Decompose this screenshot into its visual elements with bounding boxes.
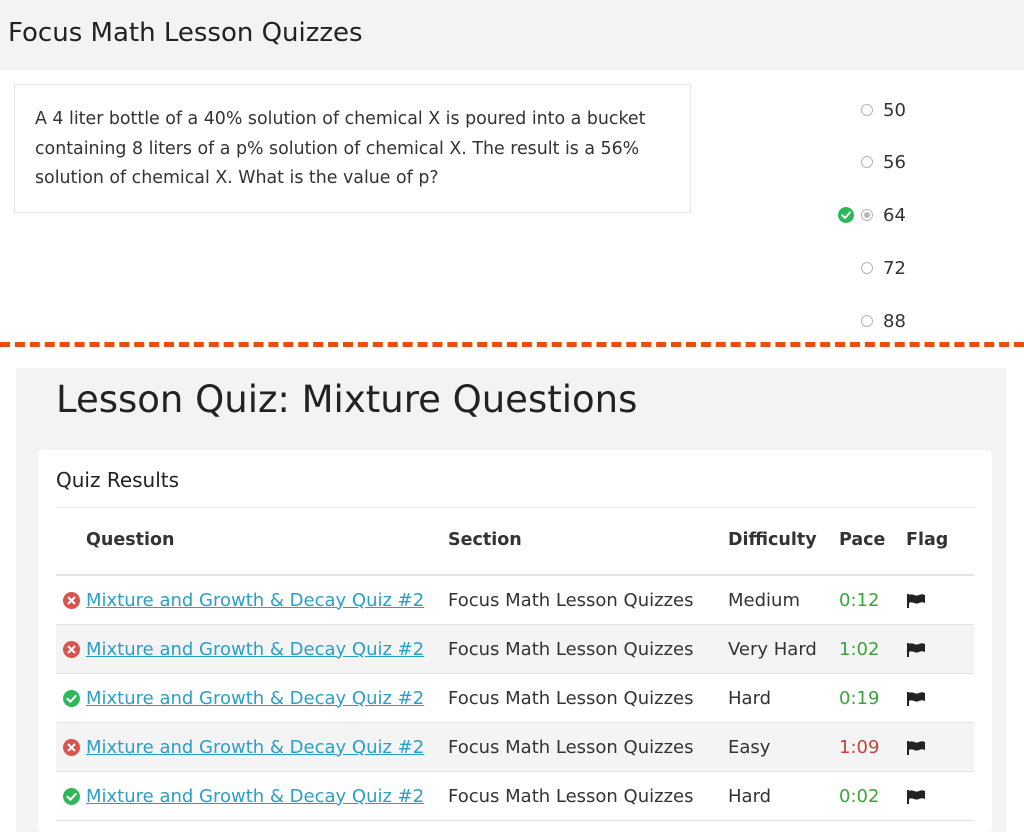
flag-icon[interactable] [906, 593, 926, 609]
status-cell [56, 771, 86, 821]
flag-cell [906, 575, 974, 625]
pace-cell: 1:09 [839, 722, 906, 772]
answer-choice-1[interactable]: 50 [838, 96, 1018, 124]
incorrect-x-icon [62, 592, 80, 609]
choice-mark [838, 260, 854, 276]
question-cell: Mixture and Growth & Decay Quiz #2 [86, 673, 448, 723]
difficulty-cell: Very Hard [728, 624, 839, 674]
section-cell: Focus Math Lesson Quizzes [448, 624, 728, 674]
table-row: Mixture and Growth & Decay Quiz #2 Focus … [56, 771, 974, 821]
choice-mark [838, 102, 854, 118]
results-table: Question Section Difficulty Pace Flag Mi… [56, 530, 974, 821]
quiz-title: Lesson Quiz: Mixture Questions [56, 378, 638, 421]
status-cell [56, 624, 86, 674]
answer-choice-5[interactable]: 88 [838, 307, 1018, 335]
pace-cell: 1:02 [839, 624, 906, 674]
question-cell: Mixture and Growth & Decay Quiz #2 [86, 722, 448, 772]
question-link[interactable]: Mixture and Growth & Decay Quiz #2 [86, 688, 424, 709]
question-column-header[interactable]: Question [86, 530, 448, 576]
table-row: Mixture and Growth & Decay Quiz #2 Focus … [56, 722, 974, 772]
question-cell: Mixture and Growth & Decay Quiz #2 [86, 575, 448, 625]
status-column-header [56, 530, 86, 576]
table-row: Mixture and Growth & Decay Quiz #2 Focus … [56, 673, 974, 723]
section-column-header[interactable]: Section [448, 530, 728, 576]
status-cell [56, 575, 86, 625]
radio-button[interactable] [861, 315, 873, 327]
question-text: A 4 liter bottle of a 40% solution of ch… [35, 105, 670, 194]
flag-cell [906, 624, 974, 674]
correct-check-icon [62, 690, 80, 707]
table-header-row: Question Section Difficulty Pace Flag [56, 530, 974, 576]
choice-mark [838, 154, 854, 170]
question-link[interactable]: Mixture and Growth & Decay Quiz #2 [86, 590, 424, 611]
pace-cell: 0:19 [839, 673, 906, 723]
radio-button[interactable] [861, 262, 873, 274]
question-link[interactable]: Mixture and Growth & Decay Quiz #2 [86, 737, 424, 758]
results-heading: Quiz Results [56, 468, 180, 492]
pace-column-header[interactable]: Pace [839, 530, 906, 576]
quiz-results-card: Quiz Results Question Section Difficulty… [38, 450, 992, 832]
choice-label: 88 [883, 310, 906, 332]
radio-button-selected[interactable] [861, 209, 873, 221]
question-card: A 4 liter bottle of a 40% solution of ch… [14, 84, 691, 213]
question-cell: Mixture and Growth & Decay Quiz #2 [86, 771, 448, 821]
status-cell [56, 722, 86, 772]
flag-icon[interactable] [906, 789, 926, 805]
choice-label: 72 [883, 257, 906, 279]
correct-check-icon [838, 207, 854, 223]
flag-cell [906, 722, 974, 772]
flag-cell [906, 771, 974, 821]
pace-cell: 0:02 [839, 771, 906, 821]
difficulty-column-header[interactable]: Difficulty [728, 530, 839, 576]
choice-label: 64 [883, 204, 906, 226]
top-header: Focus Math Lesson Quizzes [0, 0, 1024, 70]
table-row: Mixture and Growth & Decay Quiz #2 Focus … [56, 575, 974, 625]
difficulty-cell: Easy [728, 722, 839, 772]
question-link[interactable]: Mixture and Growth & Decay Quiz #2 [86, 639, 424, 660]
flag-icon[interactable] [906, 691, 926, 707]
section-cell: Focus Math Lesson Quizzes [448, 722, 728, 772]
difficulty-cell: Medium [728, 575, 839, 625]
flag-cell [906, 673, 974, 723]
page-title: Focus Math Lesson Quizzes [8, 18, 363, 48]
status-cell [56, 673, 86, 723]
choice-label: 56 [883, 151, 906, 173]
incorrect-x-icon [62, 739, 80, 756]
choice-label: 50 [883, 99, 906, 121]
incorrect-x-icon [62, 641, 80, 658]
dashed-divider [0, 342, 1024, 347]
flag-icon[interactable] [906, 740, 926, 756]
question-line: solution of chemical X. What is the valu… [35, 168, 439, 188]
section-cell: Focus Math Lesson Quizzes [448, 575, 728, 625]
question-link[interactable]: Mixture and Growth & Decay Quiz #2 [86, 786, 424, 807]
quiz-panel: Lesson Quiz: Mixture Questions Quiz Resu… [16, 368, 1006, 832]
answer-choice-4[interactable]: 72 [838, 254, 1018, 282]
question-line: containing 8 liters of a p% solution of … [35, 138, 640, 159]
difficulty-cell: Hard [728, 673, 839, 723]
answer-choice-2[interactable]: 56 [838, 148, 1018, 176]
question-cell: Mixture and Growth & Decay Quiz #2 [86, 624, 448, 674]
difficulty-cell: Hard [728, 771, 839, 821]
flag-icon[interactable] [906, 642, 926, 658]
radio-button[interactable] [861, 156, 873, 168]
radio-button[interactable] [861, 104, 873, 116]
question-line: A 4 liter bottle of a 40% solution of ch… [35, 109, 646, 129]
results-divider [56, 507, 974, 508]
section-cell: Focus Math Lesson Quizzes [448, 673, 728, 723]
answer-choice-3[interactable]: 64 [838, 201, 1018, 229]
correct-check-icon [62, 788, 80, 805]
table-row: Mixture and Growth & Decay Quiz #2 Focus … [56, 624, 974, 674]
section-cell: Focus Math Lesson Quizzes [448, 771, 728, 821]
pace-cell: 0:12 [839, 575, 906, 625]
flag-column-header[interactable]: Flag [906, 530, 974, 576]
choice-mark [838, 313, 854, 329]
